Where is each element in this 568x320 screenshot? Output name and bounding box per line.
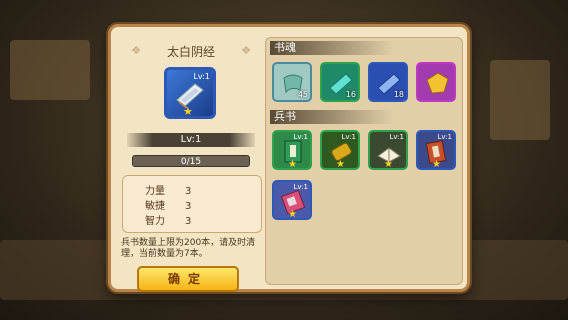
confirm-button[interactable]: 确定 bbox=[137, 266, 239, 292]
star-icon: ★ bbox=[288, 209, 297, 220]
book-title-ribbon: ❖ 太白阴经 ❖ bbox=[129, 41, 253, 61]
star-icon: ★ bbox=[336, 159, 345, 170]
inventory-panel: 书魂 45 16 18 兵书 Lv:1 ★ Lv:1 ★ Lv:1 ★ Lv:1… bbox=[265, 37, 463, 285]
stats-box: 力量 3 敏捷 3 智力 3 bbox=[122, 175, 262, 233]
selected-book-slot[interactable]: Lv:1 ★ bbox=[164, 67, 216, 119]
ornament-right-icon: ❖ bbox=[241, 44, 251, 57]
item-count: 18 bbox=[393, 90, 404, 99]
book-item-slot[interactable]: Lv:1 ★ bbox=[272, 180, 312, 220]
book-title: 太白阴经 bbox=[166, 44, 215, 59]
stat-row: 敏捷 3 bbox=[145, 197, 191, 212]
soul-section-label: 书魂 bbox=[270, 41, 394, 55]
book-item-slot[interactable]: Lv:1 ★ bbox=[272, 130, 312, 170]
stat-value: 3 bbox=[185, 216, 192, 227]
stat-row: 智力 3 bbox=[145, 212, 191, 227]
soul-item-slot[interactable]: 16 bbox=[320, 62, 360, 102]
bg-panel bbox=[490, 60, 550, 140]
soul-item-slot[interactable]: 45 bbox=[272, 62, 312, 102]
stat-name: 智力 bbox=[145, 216, 165, 227]
soul-item-slot[interactable] bbox=[416, 62, 456, 102]
stat-value: 3 bbox=[185, 186, 192, 197]
star-icon: ★ bbox=[384, 159, 393, 170]
gold-scroll-icon bbox=[426, 72, 449, 94]
level-bar: Lv:1 bbox=[127, 133, 255, 147]
book-item-slot[interactable]: Lv:1 ★ bbox=[320, 130, 360, 170]
stat-row: 力量 3 bbox=[145, 182, 191, 197]
ornament-left-icon: ❖ bbox=[131, 44, 141, 57]
book-section-label: 兵书 bbox=[270, 110, 394, 124]
capacity-note: 兵书数量上限为200本，请及时清理，当前数量为7本。 bbox=[121, 238, 256, 259]
item-count: 16 bbox=[345, 90, 356, 99]
book-info-panel: ❖ 太白阴经 ❖ Lv:1 ★ Lv:1 0/15 力量 3 敏捷 3 智力 3 bbox=[119, 37, 263, 292]
star-icon: ★ bbox=[432, 159, 441, 170]
star-icon: ★ bbox=[288, 159, 297, 170]
book-item-slot[interactable]: Lv:1 ★ bbox=[368, 130, 408, 170]
book-item-slot[interactable]: Lv:1 ★ bbox=[416, 130, 456, 170]
book-detail-dialog: ❖ 太白阴经 ❖ Lv:1 ★ Lv:1 0/15 力量 3 敏捷 3 智力 3 bbox=[108, 24, 470, 292]
star-icon: ★ bbox=[183, 105, 193, 118]
stat-value: 3 bbox=[185, 201, 192, 212]
exp-bar: 0/15 bbox=[132, 155, 250, 167]
bg-panel bbox=[10, 40, 90, 100]
stat-name: 敏捷 bbox=[145, 201, 165, 212]
item-count: 45 bbox=[297, 90, 308, 99]
soul-item-slot[interactable]: 18 bbox=[368, 62, 408, 102]
stat-name: 力量 bbox=[145, 186, 165, 197]
